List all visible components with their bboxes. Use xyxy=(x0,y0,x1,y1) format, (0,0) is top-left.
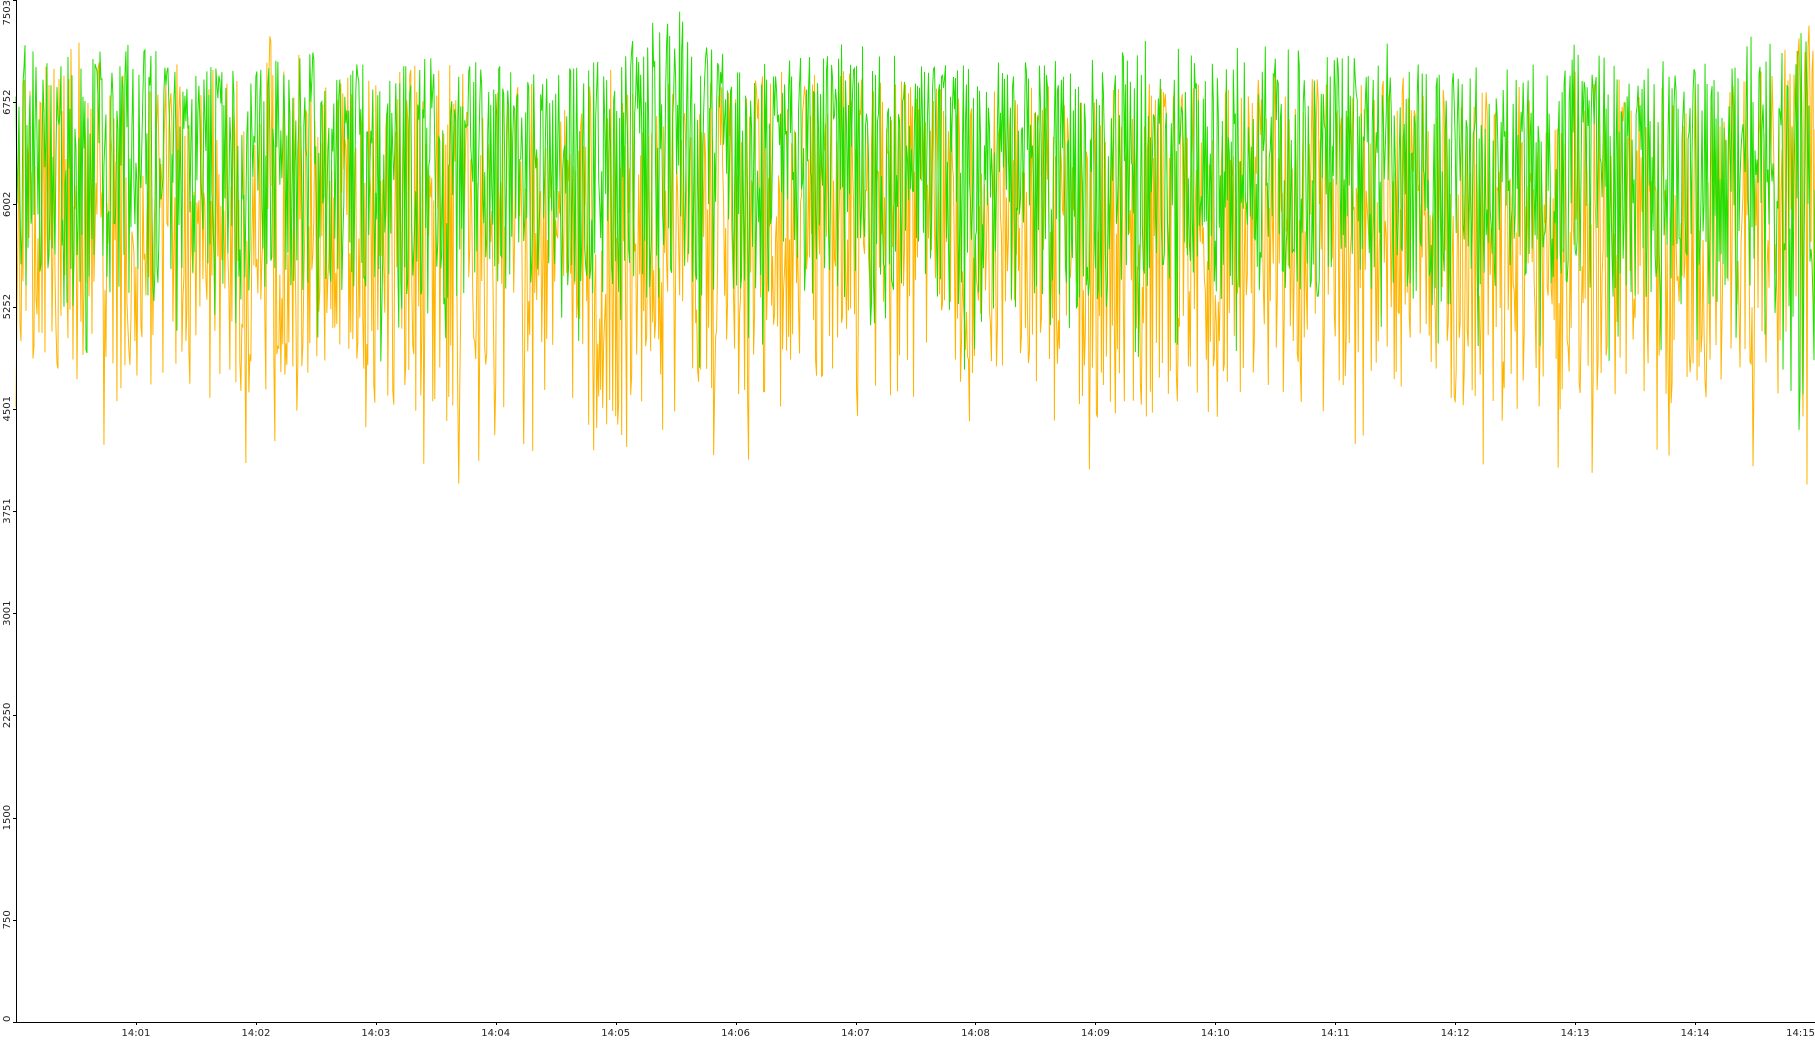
x-tick-label: 14:07 xyxy=(841,1028,870,1039)
x-tick-label: 14:15 xyxy=(1786,1028,1815,1039)
x-tick-label: 14:14 xyxy=(1681,1028,1710,1039)
chart-area: 0 750 1500 2250 3001 3751 4501 5252 6002 6752 7503… xyxy=(0,0,1815,1039)
x-tick-label: 14:06 xyxy=(721,1028,750,1039)
x-tick-label: 14:02 xyxy=(241,1028,270,1039)
y-tick-label: 6002 xyxy=(2,192,13,217)
x-tick-label: 14:08 xyxy=(961,1028,990,1039)
y-tick-label: 5252 xyxy=(2,294,13,319)
series-layer xyxy=(15,11,1815,485)
y-tick-label: 3751 xyxy=(2,498,13,523)
x-tick-labels: 14:01 14:02 14:03 14:04 14:05 14:06 14:07 14:08… xyxy=(121,1022,1815,1039)
x-tick-label: 14:12 xyxy=(1441,1028,1470,1039)
line-chart: 0 750 1500 2250 3001 3751 4501 5252 6002 6752 7503… xyxy=(2,0,1815,1039)
y-tick-label: 6752 xyxy=(2,89,13,114)
y-tick-label: 3001 xyxy=(2,600,13,625)
y-tick-label: 7503 xyxy=(2,0,13,25)
x-tick-label: 14:11 xyxy=(1321,1028,1350,1039)
y-tick-label: 2250 xyxy=(2,703,13,728)
y-tick-label: 750 xyxy=(2,910,13,929)
x-tick-label: 14:01 xyxy=(121,1028,150,1039)
y-tick-labels: 0 750 1500 2250 3001 3751 4501 5252 6002 6752 7503 xyxy=(2,0,16,1023)
x-tick-label: 14:03 xyxy=(361,1028,390,1039)
x-tick-label: 14:04 xyxy=(481,1028,510,1039)
y-tick-label: 4501 xyxy=(2,396,13,421)
x-tick-label: 14:10 xyxy=(1201,1028,1230,1039)
x-tick-label: 14:05 xyxy=(601,1028,630,1039)
y-tick-label: 1500 xyxy=(2,805,13,830)
x-tick-label: 14:09 xyxy=(1081,1028,1110,1039)
x-tick-label: 14:13 xyxy=(1561,1028,1590,1039)
y-tick-label: 0 xyxy=(2,1016,13,1022)
